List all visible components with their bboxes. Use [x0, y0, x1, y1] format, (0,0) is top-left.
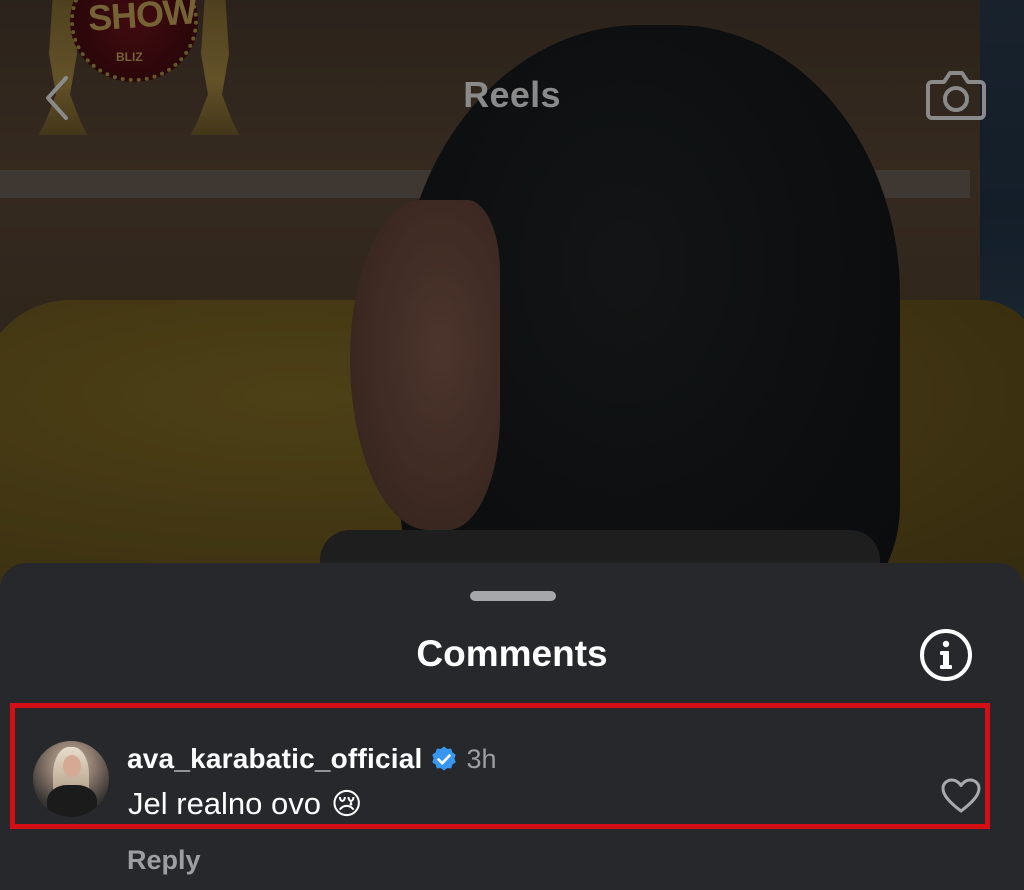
sheet-title: Comments — [416, 633, 608, 674]
comment-header: ava_karabatic_official 3h — [127, 741, 497, 777]
avatar-body — [47, 785, 97, 817]
comment-username[interactable]: ava_karabatic_official — [127, 743, 422, 775]
comment-text: Jel realno ovo — [128, 786, 322, 821]
crying-face-emoji: 😢 — [331, 786, 363, 822]
sheet-grabber-handle[interactable] — [470, 591, 556, 601]
reels-comments-screen: SHOW BLIZ Reels Comments ava_karabatic_o… — [0, 0, 1024, 890]
comment-timestamp: 3h — [466, 743, 497, 774]
comment-item: ava_karabatic_official 3h Jel realno ovo… — [10, 703, 990, 829]
heart-icon[interactable] — [941, 778, 981, 814]
page-title: Reels — [463, 74, 561, 115]
avatar[interactable] — [33, 741, 109, 817]
info-icon[interactable] — [918, 627, 974, 683]
comments-sheet: Comments ava_karabatic_official 3h Jel r… — [0, 563, 1024, 890]
reply-button[interactable]: Reply — [127, 845, 201, 876]
verified-badge-icon — [432, 746, 457, 771]
camera-icon[interactable] — [924, 66, 988, 124]
avatar-face — [63, 755, 81, 777]
comment-body: Jel realno ovo 😢 — [128, 786, 362, 822]
